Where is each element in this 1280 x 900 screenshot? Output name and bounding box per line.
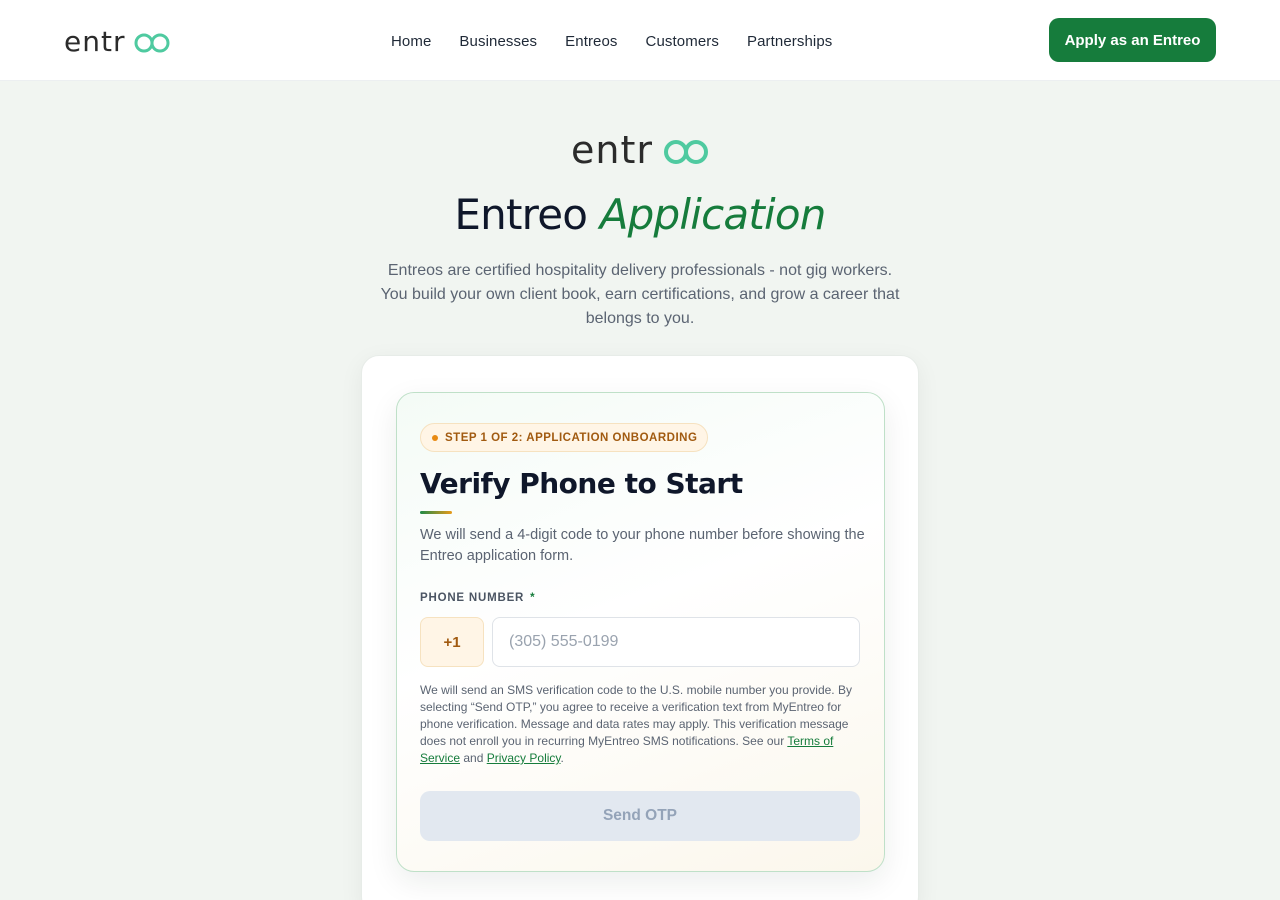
step-badge-label: STEP 1 OF 2: APPLICATION ONBOARDING bbox=[445, 431, 698, 444]
verify-phone-description: We will send a 4-digit code to your phon… bbox=[420, 527, 865, 564]
nav-entreos-link[interactable]: Entreos bbox=[565, 33, 617, 50]
privacy-policy-link[interactable]: Privacy Policy bbox=[487, 751, 561, 765]
legal-end-text: . bbox=[560, 751, 564, 765]
page-title: Entreo Application bbox=[0, 190, 1280, 239]
title-underline-divider bbox=[420, 511, 452, 514]
country-code-select[interactable]: +1 bbox=[420, 617, 484, 667]
page-title-plain: Entreo bbox=[454, 190, 588, 239]
main-nav: Home Businesses Entreos Customers Partne… bbox=[391, 30, 832, 52]
step-badge: STEP 1 OF 2: APPLICATION ONBOARDING bbox=[420, 423, 708, 452]
page-title-accent: Application bbox=[599, 190, 827, 239]
brand-logo[interactable]: entr bbox=[64, 26, 174, 56]
page-subtitle: Entreos are certified hospitality delive… bbox=[380, 262, 900, 327]
status-dot-icon bbox=[432, 434, 438, 441]
send-otp-button[interactable]: Send OTP bbox=[420, 791, 860, 841]
apply-as-entreo-button[interactable]: Apply as an Entreo bbox=[1049, 18, 1216, 62]
nav-home-link[interactable]: Home bbox=[391, 33, 431, 50]
sms-consent-text: We will send an SMS verification code to… bbox=[420, 682, 860, 767]
svg-text:entr: entr bbox=[571, 130, 653, 170]
svg-text:entr: entr bbox=[64, 26, 125, 56]
nav-businesses-link[interactable]: Businesses bbox=[459, 33, 537, 50]
verify-phone-title: Verify Phone to Start bbox=[420, 467, 743, 500]
hero-logo: entr bbox=[571, 130, 708, 170]
nav-partnerships-link[interactable]: Partnerships bbox=[747, 33, 832, 50]
phone-number-label: PHONE NUMBER * bbox=[420, 592, 535, 604]
phone-number-input[interactable] bbox=[492, 617, 860, 667]
required-mark: * bbox=[530, 592, 536, 604]
phone-number-label-text: PHONE NUMBER bbox=[420, 592, 525, 604]
legal-and-text: and bbox=[460, 751, 487, 765]
top-navbar: entr Home Businesses Entreos Customers P… bbox=[0, 0, 1280, 81]
nav-customers-link[interactable]: Customers bbox=[646, 33, 719, 50]
